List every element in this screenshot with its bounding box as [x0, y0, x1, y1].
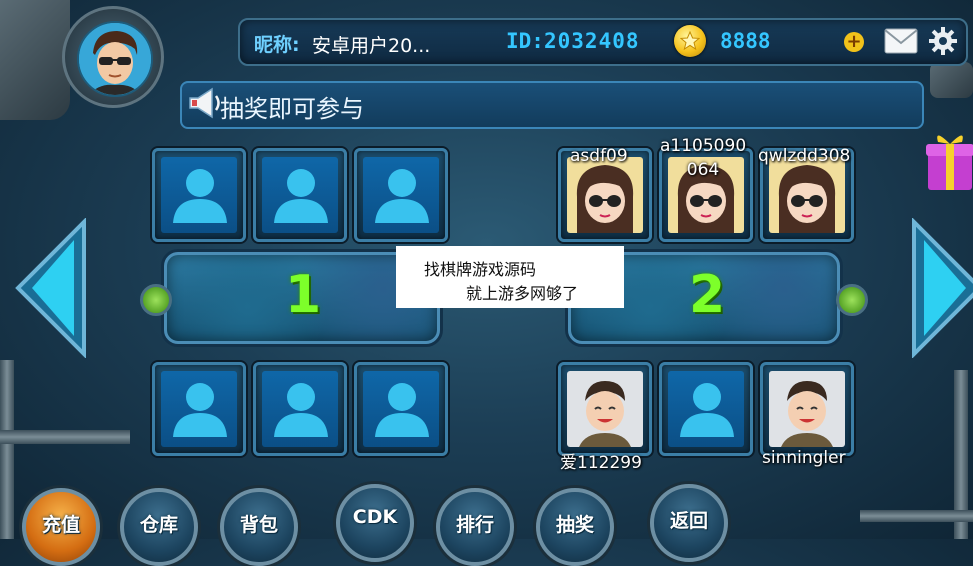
recharge-button-label: 充值 — [41, 514, 80, 536]
person-icon — [375, 169, 429, 223]
announcement-bar: 抽奖即可参与 — [180, 81, 924, 129]
table-1-top-seat-3[interactable] — [354, 148, 448, 242]
warehouse-button[interactable]: 仓库 — [120, 488, 198, 566]
machinery-plate-topright — [930, 62, 973, 98]
watermark-line-2: 就上游多网够了 — [466, 284, 579, 303]
id-value: 2032408 — [544, 29, 640, 53]
back-button[interactable]: 返回 — [650, 484, 728, 562]
pipe-left — [0, 360, 14, 539]
machinery-plate-topleft — [0, 0, 70, 120]
player-avatar — [567, 371, 643, 447]
ranking-button-label: 排行 — [455, 514, 494, 536]
lottery-button-label: 抽奖 — [555, 514, 594, 536]
watermark-box: 找棋牌游戏源码 就上游多网够了 — [396, 246, 624, 308]
right-arrow-icon[interactable] — [912, 217, 973, 362]
player-avatar — [567, 157, 643, 233]
player-name-asdf09: asdf09 — [570, 146, 628, 166]
coin-icon — [674, 25, 706, 57]
id-label: ID: — [506, 29, 544, 53]
player-name-a1105090064: a1105090 064 — [660, 136, 747, 180]
warehouse-button-label: 仓库 — [139, 514, 178, 536]
gift-icon[interactable] — [924, 126, 973, 198]
person-icon — [173, 169, 227, 223]
speaker-icon — [186, 86, 226, 124]
table-2-bottom-seat-1[interactable] — [558, 362, 652, 456]
coins-value: 8888 — [720, 29, 771, 53]
table-2-bottom-seat-2[interactable] — [659, 362, 753, 456]
top-status-bar: 昵称: 安卓用户20... ID: 2032408 8888 + — [238, 18, 968, 66]
table-2-number: 2 — [689, 265, 726, 325]
ranking-button[interactable]: 排行 — [436, 488, 514, 566]
table-2-right-knob — [836, 284, 868, 316]
backpack-button[interactable]: 背包 — [220, 488, 298, 566]
person-icon — [274, 169, 328, 223]
player-avatar — [769, 157, 845, 233]
person-icon — [274, 383, 328, 437]
lottery-button[interactable]: 抽奖 — [536, 488, 614, 566]
player-name-ai112299: 爱112299 — [560, 453, 642, 473]
table-1-bottom-seat-2[interactable] — [253, 362, 347, 456]
plus-icon[interactable]: + — [844, 32, 864, 52]
cdk-button-label: CDK — [352, 506, 398, 528]
table-1-top-seat-1[interactable] — [152, 148, 246, 242]
pipe-bottom-left — [0, 430, 130, 444]
avatar-frame[interactable] — [62, 6, 164, 108]
person-icon — [680, 383, 734, 437]
backpack-button-label: 背包 — [239, 514, 278, 536]
player-avatar — [769, 371, 845, 447]
recharge-button[interactable]: 充值 — [22, 488, 100, 566]
table-1-bottom-seat-3[interactable] — [354, 362, 448, 456]
table-1-number: 1 — [285, 265, 322, 325]
announcement-text: 抽奖即可参与 — [220, 95, 364, 123]
nickname-label: 昵称: — [254, 34, 300, 56]
table-1-left-knob — [140, 284, 172, 316]
back-button-label: 返回 — [669, 510, 708, 532]
table-1-bottom-seat-1[interactable] — [152, 362, 246, 456]
pipe-bottom-right — [860, 510, 973, 522]
cdk-button[interactable]: CDK — [336, 484, 414, 562]
nickname-value: 安卓用户20... — [312, 35, 431, 57]
avatar[interactable] — [77, 21, 153, 97]
player-name-qwlzdd308: qwlzdd308 — [758, 146, 851, 166]
gear-icon[interactable] — [928, 26, 958, 60]
left-arrow-icon[interactable] — [14, 217, 86, 362]
player-name-sinningler: sinningler — [762, 448, 846, 468]
table-1-top-seat-2[interactable] — [253, 148, 347, 242]
mail-icon[interactable] — [884, 28, 918, 58]
person-icon — [375, 383, 429, 437]
table-2-bottom-seat-3[interactable] — [760, 362, 854, 456]
watermark-line-1: 找棋牌游戏源码 — [424, 260, 537, 279]
person-icon — [173, 383, 227, 437]
